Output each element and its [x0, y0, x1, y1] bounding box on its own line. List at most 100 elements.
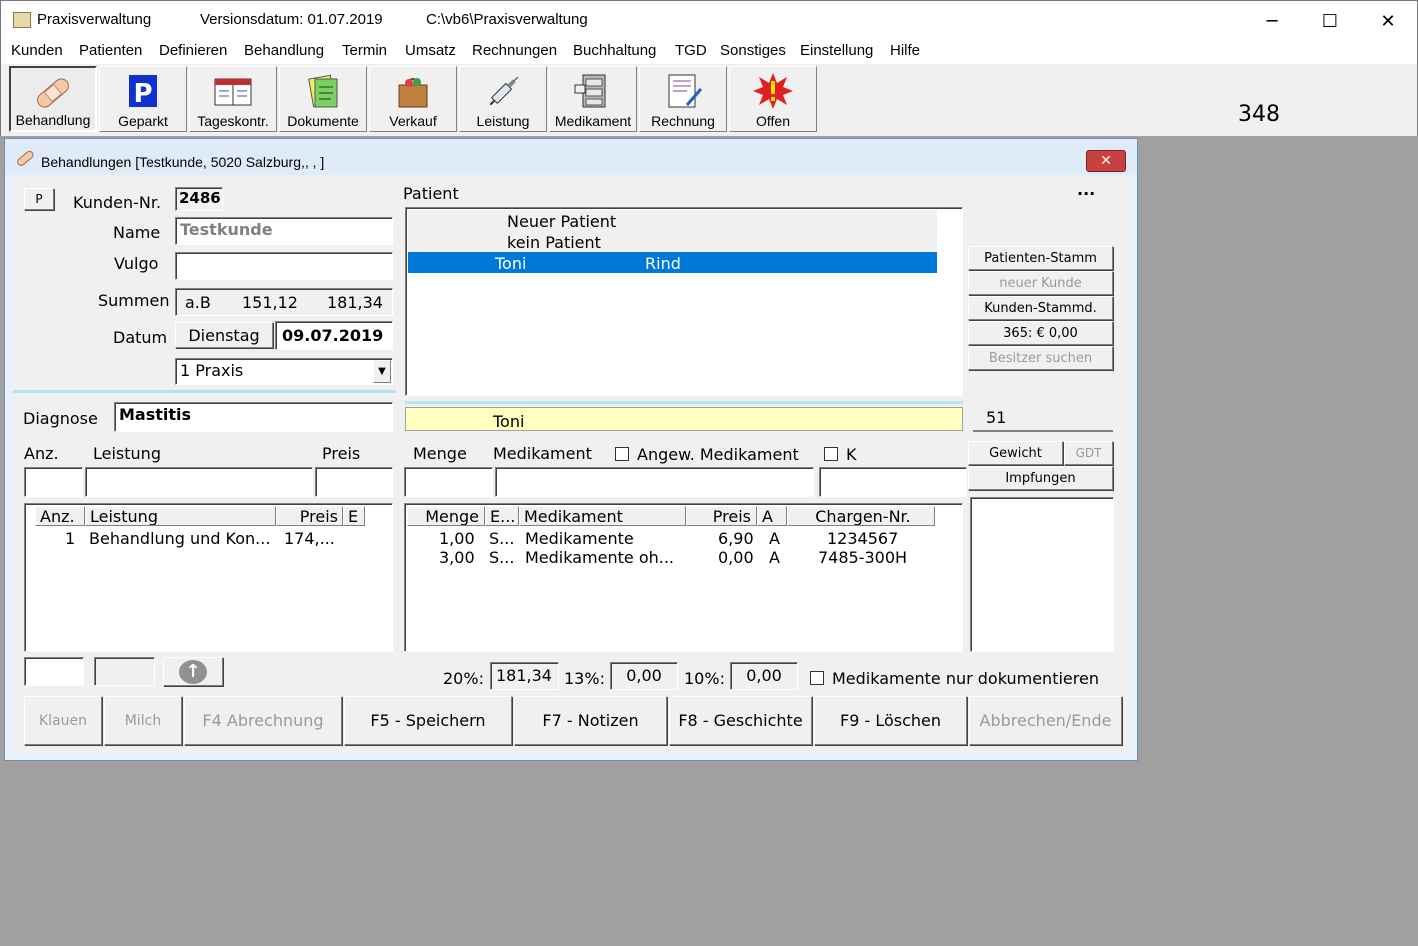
kunden-stammd-button[interactable]: Kunden-Stammd.: [968, 296, 1113, 320]
menu-buchhaltung[interactable]: Buchhaltung: [573, 42, 656, 59]
k-label: K: [846, 445, 857, 464]
nur-dokumentieren-checkbox[interactable]: [810, 671, 824, 685]
patienten-stamm-button[interactable]: Patienten-Stamm: [968, 246, 1113, 270]
menu-termin[interactable]: Termin: [342, 42, 387, 59]
table-row[interactable]: 1 Behandlung und Kon... 174,...: [27, 528, 391, 548]
small-input-1[interactable]: [24, 657, 84, 686]
preis-input[interactable]: [315, 467, 393, 497]
f9-loeschen-button[interactable]: F9 - Löschen: [814, 696, 967, 745]
cell-charge: 7485-300H: [818, 548, 908, 567]
weekday-button[interactable]: Dienstag: [175, 322, 273, 348]
column-header-chargen-nr[interactable]: Chargen-Nr.: [787, 506, 935, 526]
p-button[interactable]: P: [24, 188, 54, 210]
summen-value-2: 181,34: [327, 293, 383, 312]
vulgo-field[interactable]: [175, 252, 393, 280]
column-header-medikament[interactable]: Medikament: [519, 506, 686, 526]
list-item[interactable]: Neuer Patient: [408, 210, 937, 231]
gdt-button[interactable]: GDT: [1064, 441, 1113, 465]
impfungen-button[interactable]: Impfungen: [968, 466, 1113, 490]
close-button[interactable]: ✕: [1359, 1, 1417, 41]
klauen-button[interactable]: Klauen: [24, 696, 102, 745]
milch-button[interactable]: Milch: [104, 696, 182, 745]
cell-medikament: Medikamente oh...: [525, 548, 674, 567]
column-header-preis[interactable]: Preis: [686, 506, 757, 526]
leistung-input[interactable]: [85, 467, 313, 497]
notes-box[interactable]: [970, 497, 1114, 652]
column-header-leistung[interactable]: Leistung: [85, 506, 276, 526]
angew-medikament-label: Angew. Medikament: [637, 445, 799, 464]
diagnose-label: Diagnose: [23, 409, 98, 428]
cell-leistung: Behandlung und Kon...: [89, 529, 271, 548]
chevron-down-icon[interactable]: ▼: [373, 360, 391, 383]
neuer-kunde-button[interactable]: neuer Kunde: [968, 271, 1113, 295]
menu-kunden[interactable]: Kunden: [11, 42, 63, 59]
alert-burst-icon: [751, 71, 795, 113]
summen-value-1: 151,12: [242, 293, 298, 312]
parking-icon: P: [121, 71, 165, 113]
leistung-label: Leistung: [93, 444, 161, 463]
anz-input[interactable]: [24, 467, 83, 497]
f5-speichern-button[interactable]: F5 - Speichern: [344, 696, 512, 745]
column-header-einheit[interactable]: E...: [485, 506, 519, 526]
column-header-anz[interactable]: Anz.: [35, 506, 85, 526]
list-item-selected[interactable]: Toni Rind: [408, 252, 937, 273]
version-date: Versionsdatum: 01.07.2019: [200, 11, 383, 28]
f7-notizen-button[interactable]: F7 - Notizen: [514, 696, 667, 745]
column-header-preis[interactable]: Preis: [276, 506, 343, 526]
toolbar-tageskontr-button[interactable]: Tageskontr.: [189, 66, 277, 132]
toolbar-leistung-button[interactable]: Leistung: [459, 66, 547, 132]
maximize-button[interactable]: ☐: [1301, 1, 1359, 41]
besitzer-suchen-button[interactable]: Besitzer suchen: [968, 346, 1113, 370]
nur-dokumentieren-label: Medikamente nur dokumentieren: [832, 669, 1099, 688]
angew-medikament-checkbox[interactable]: [615, 447, 629, 461]
menu-sonstiges[interactable]: Sonstiges: [720, 42, 786, 59]
more-options-dots[interactable]: ...: [1077, 180, 1095, 199]
f4-abrechnung-button[interactable]: F4 Abrechnung: [184, 696, 342, 745]
menge-input[interactable]: [404, 467, 493, 497]
table-row[interactable]: 1,00 S... Medikamente 6,90 A 1234567: [407, 528, 962, 548]
toolbar-offen-button[interactable]: Offen: [729, 66, 817, 132]
menu-patienten[interactable]: Patienten: [79, 42, 142, 59]
diagnose-field[interactable]: Mastitis: [114, 402, 393, 432]
f8-geschichte-button[interactable]: F8 - Geschichte: [669, 696, 812, 745]
praxis-select[interactable]: 1 Praxis ▼: [175, 358, 393, 385]
name-field[interactable]: Testkunde: [175, 217, 393, 245]
anz-label: Anz.: [24, 444, 59, 463]
bandage-icon: [15, 149, 35, 171]
toolbar-label: Geparkt: [118, 113, 168, 129]
abbrechen-ende-button[interactable]: Abbrechen/Ende: [969, 696, 1122, 745]
toolbar-behandlung-button[interactable]: Behandlung: [9, 66, 97, 132]
toolbar-medikament-button[interactable]: Medikament: [549, 66, 637, 132]
toolbar-rechnung-button[interactable]: Rechnung: [639, 66, 727, 132]
toolbar-verkauf-button[interactable]: Verkauf: [369, 66, 457, 132]
table-row[interactable]: 3,00 S... Medikamente oh... 0,00 A 7485-…: [407, 548, 962, 568]
svg-text:P: P: [133, 79, 152, 109]
toolbar-label: Medikament: [554, 113, 632, 129]
patient-species: Rind: [645, 254, 681, 273]
toolbar-geparkt-button[interactable]: P Geparkt: [99, 66, 187, 132]
s365-button[interactable]: 365: € 0,00: [968, 321, 1113, 345]
gewicht-button[interactable]: Gewicht: [968, 441, 1063, 465]
menu-hilfe[interactable]: Hilfe: [890, 42, 920, 59]
menu-behandlung[interactable]: Behandlung: [244, 42, 324, 59]
dialog-close-button[interactable]: ✕: [1086, 150, 1126, 172]
menu-umsatz[interactable]: Umsatz: [405, 42, 456, 59]
datum-label: Datum: [113, 328, 168, 347]
medikament-input[interactable]: [495, 467, 814, 497]
list-item[interactable]: kein Patient: [408, 231, 937, 252]
column-header-a[interactable]: A: [757, 506, 787, 526]
menu-tgd[interactable]: TGD: [675, 42, 707, 59]
move-up-button[interactable]: ↑: [163, 657, 223, 686]
column-header-e[interactable]: E: [343, 506, 365, 526]
k-checkbox[interactable]: [824, 447, 838, 461]
column-header-menge[interactable]: Menge: [407, 506, 485, 526]
menu-rechnungen[interactable]: Rechnungen: [472, 42, 557, 59]
menu-definieren[interactable]: Definieren: [159, 42, 227, 59]
menu-einstellung[interactable]: Einstellung: [800, 42, 873, 59]
toolbar-dokumente-button[interactable]: Dokumente: [279, 66, 367, 132]
minimize-button[interactable]: ─: [1243, 1, 1301, 41]
tax-20-field: 181,34: [490, 662, 559, 690]
charge-input[interactable]: [819, 467, 967, 497]
datum-field[interactable]: 09.07.2019: [275, 321, 393, 350]
tax-13-field: 0,00: [610, 662, 678, 690]
